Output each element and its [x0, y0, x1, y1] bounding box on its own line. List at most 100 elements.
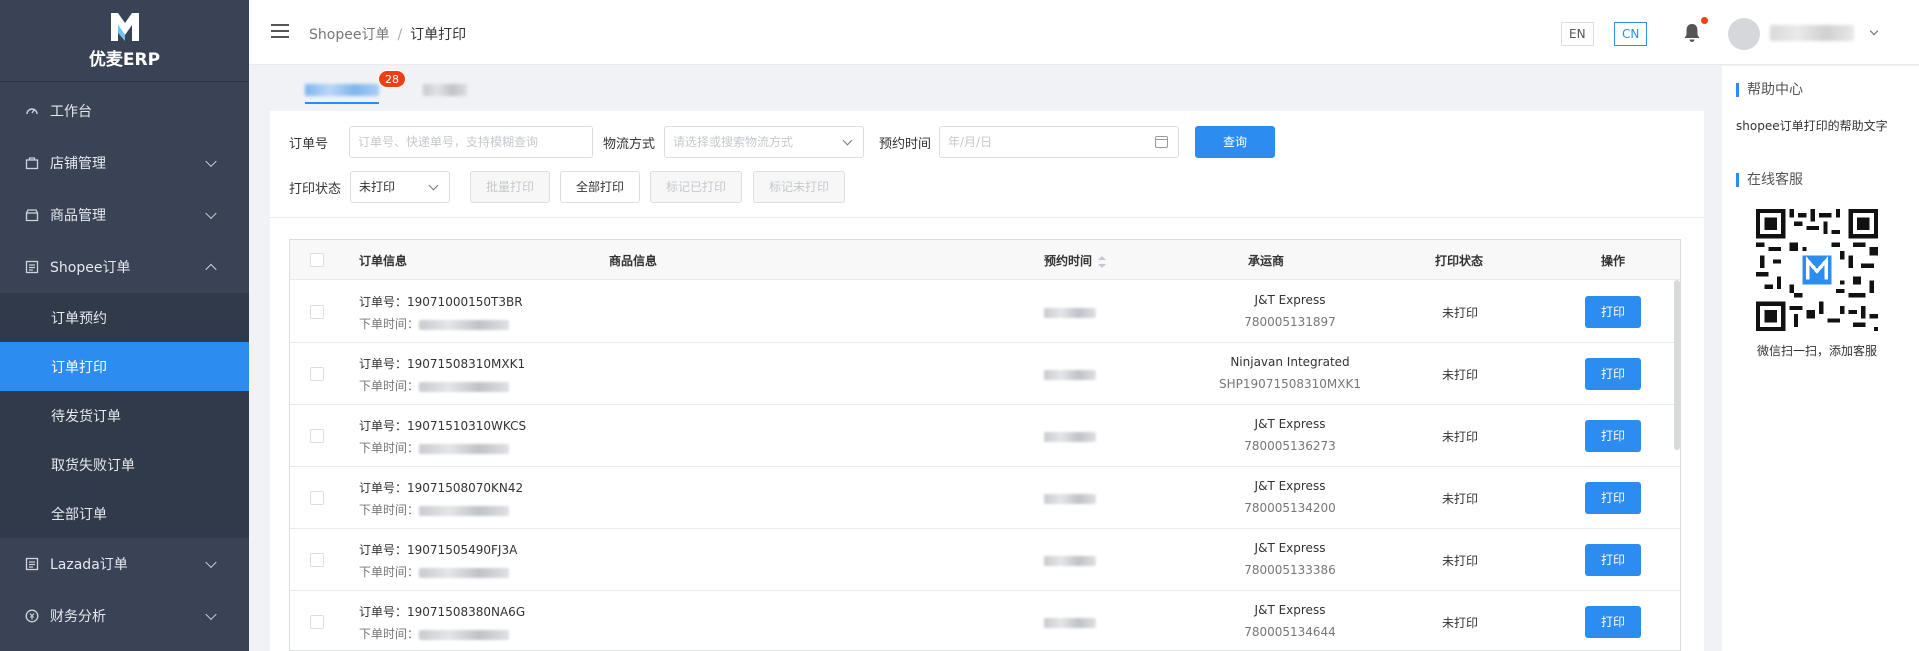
- sidebar-subitem-order-booking[interactable]: 订单预约: [0, 293, 249, 342]
- order-no-label: 订单号: [289, 137, 329, 152]
- sort-icon[interactable]: [1098, 255, 1107, 268]
- lang-cn-button[interactable]: CN: [1614, 22, 1648, 46]
- count-badge: 28: [378, 70, 406, 88]
- order-time: 下单时间：: [359, 315, 510, 332]
- mark-printed-button[interactable]: 标记已打印: [650, 171, 742, 203]
- booking-time-redacted: [1044, 493, 1096, 504]
- select-all-checkbox[interactable]: [310, 253, 324, 267]
- print-status-select[interactable]: 未打印: [350, 171, 450, 203]
- top-header: Shopee订单 / 订单打印 EN CN: [249, 0, 1919, 65]
- order-time-redacted: [419, 505, 510, 516]
- order-icon: [24, 556, 40, 572]
- order-id: 19071505490FJ3A: [407, 543, 518, 557]
- sidebar-item-dashboard[interactable]: 工作台: [0, 85, 249, 137]
- time-prefix: 下单时间：: [359, 565, 420, 579]
- avatar[interactable]: [1728, 18, 1760, 50]
- sidebar-item-finance[interactable]: 财务分析: [0, 590, 249, 642]
- menu-toggle-icon[interactable]: [271, 24, 289, 38]
- row-checkbox[interactable]: [310, 615, 324, 629]
- time-prefix: 下单时间：: [359, 503, 420, 517]
- username-redacted[interactable]: [1770, 25, 1854, 41]
- tab-unprinted[interactable]: [305, 80, 379, 104]
- sidebar-item-lazada-orders[interactable]: Lazada订单: [0, 538, 249, 590]
- store-icon: [24, 155, 40, 171]
- row-checkbox[interactable]: [310, 491, 324, 505]
- print-button[interactable]: 打印: [1585, 420, 1641, 452]
- carrier-name: J&T Express: [1254, 417, 1326, 431]
- tracking-number: 780005131897: [1244, 315, 1336, 329]
- sidebar-subitem-all-orders[interactable]: 全部订单: [0, 489, 249, 538]
- print-button[interactable]: 打印: [1585, 358, 1641, 390]
- notification-dot: [1701, 17, 1708, 24]
- print-button[interactable]: 打印: [1585, 482, 1641, 514]
- order-prefix: 订单号：: [359, 295, 408, 309]
- sidebar-subitem-pending-shipment[interactable]: 待发货订单: [0, 391, 249, 440]
- app-logo[interactable]: 优麦ERP: [0, 0, 249, 82]
- help-text[interactable]: shopee订单打印的帮助文字: [1736, 117, 1888, 134]
- order-time: 下单时间：: [359, 563, 510, 580]
- order-time: 下单时间：: [359, 501, 510, 518]
- tracking-number: 780005136273: [1244, 439, 1336, 453]
- print-status-label: 打印状态: [289, 182, 342, 197]
- column-carrier: 承运商: [1248, 254, 1285, 268]
- sidebar-subitem-order-print[interactable]: 订单打印: [0, 342, 249, 391]
- order-time-redacted: [419, 443, 510, 454]
- order-time: 下单时间：: [359, 377, 510, 394]
- table-header: 订单信息 商品信息 预约时间 承运商 打印状态 操作: [290, 240, 1680, 280]
- sidebar-subitem-pickup-failed[interactable]: 取货失败订单: [0, 440, 249, 489]
- order-time-redacted: [419, 629, 510, 640]
- breadcrumb-parent[interactable]: Shopee订单: [309, 27, 389, 43]
- booking-time-label: 预约时间: [879, 137, 932, 152]
- chevron-down-icon[interactable]: [1869, 26, 1879, 36]
- row-checkbox[interactable]: [310, 553, 324, 567]
- print-button[interactable]: 打印: [1585, 544, 1641, 576]
- bell-icon[interactable]: [1682, 22, 1702, 44]
- logo-icon: [110, 13, 139, 41]
- finance-icon: [24, 608, 40, 624]
- row-checkbox[interactable]: [310, 367, 324, 381]
- column-print-status: 打印状态: [1435, 254, 1484, 268]
- print-all-button[interactable]: 全部打印: [560, 171, 640, 203]
- chevron-down-icon: [205, 608, 217, 621]
- order-icon: [24, 259, 40, 275]
- tracking-number: SHP19071508310MXK1: [1219, 377, 1361, 391]
- sidebar-item-shopee-orders[interactable]: Shopee订单: [0, 241, 249, 293]
- booking-time-redacted: [1044, 369, 1096, 380]
- table-row: 订单号：19071505490FJ3A 下单时间： J&T Express 78000…: [290, 529, 1680, 591]
- main-panel: 订单号 订单号、快递单号，支持模糊查询 物流方式 请选择或搜索物流方式 预约时间…: [270, 111, 1704, 651]
- order-id: 19071508310MXK1: [407, 357, 526, 371]
- order-time: 下单时间：: [359, 625, 510, 642]
- order-number: 订单号：19071508310MXK1: [359, 355, 525, 372]
- qr-caption: 微信扫一扫，添加客服: [1756, 344, 1877, 358]
- column-booking-time[interactable]: 预约时间: [1044, 252, 1107, 269]
- chevron-down-icon: [205, 207, 217, 220]
- dashboard-icon: [24, 103, 40, 119]
- sidebar-item-product[interactable]: 商品管理: [0, 189, 249, 241]
- breadcrumb-separator: /: [397, 27, 403, 43]
- row-checkbox[interactable]: [310, 429, 324, 443]
- batch-print-button[interactable]: 批量打印: [470, 171, 550, 203]
- product-icon: [24, 207, 40, 223]
- order-id: 19071508380NA6G: [407, 605, 526, 619]
- sidebar-item-label: Lazada订单: [50, 557, 128, 573]
- query-button[interactable]: 查询: [1195, 126, 1275, 158]
- column-label: 预约时间: [1044, 254, 1093, 268]
- table-row: 订单号：19071508380NA6G 下单时间： J&T Express 78000…: [290, 591, 1680, 650]
- print-button[interactable]: 打印: [1585, 606, 1641, 638]
- calendar-icon: [1155, 136, 1168, 148]
- column-actions: 操作: [1601, 254, 1626, 268]
- order-no-input[interactable]: 订单号、快递单号，支持模糊查询: [349, 126, 593, 158]
- time-prefix: 下单时间：: [359, 441, 420, 455]
- print-button[interactable]: 打印: [1585, 296, 1641, 328]
- sidebar-item-store[interactable]: 店铺管理: [0, 137, 249, 189]
- booking-time: [1044, 305, 1096, 319]
- scrollbar[interactable]: [1674, 280, 1680, 450]
- lang-en-button[interactable]: EN: [1561, 22, 1594, 46]
- logistics-select[interactable]: 请选择或搜索物流方式: [664, 126, 864, 158]
- sidebar: 优麦ERP 工作台 店铺管理 商品管理 Shopee订单 订单预约 订单打印 待…: [0, 0, 249, 651]
- mark-unprinted-button[interactable]: 标记未打印: [753, 171, 845, 203]
- tab-printed[interactable]: [423, 80, 467, 104]
- date-picker[interactable]: 年/月/日: [939, 126, 1179, 158]
- row-checkbox[interactable]: [310, 305, 324, 319]
- table-row: 订单号：19071508310MXK1 下单时间： Ninjavan Integra…: [290, 343, 1680, 405]
